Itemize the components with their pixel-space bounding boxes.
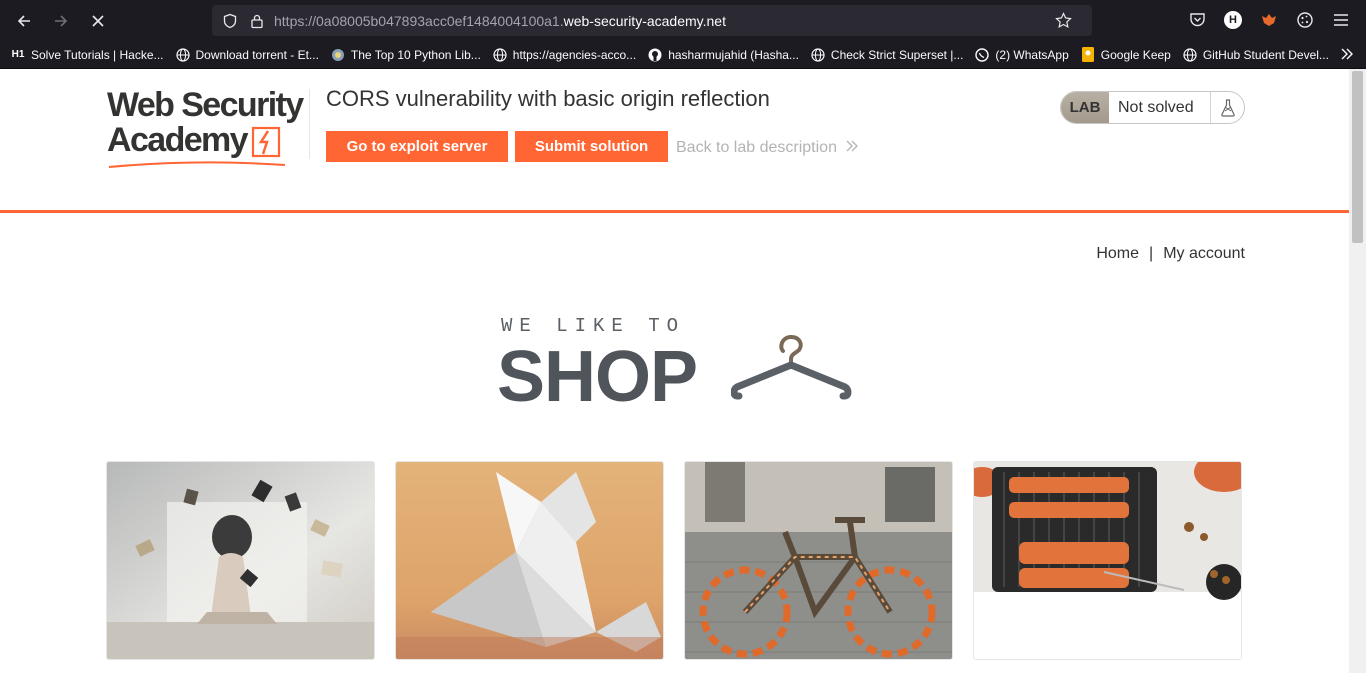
bookmark-item[interactable]: GitHub Student Devel... — [1182, 47, 1329, 63]
bookmark-item[interactable]: hasharmujahid (Hasha... — [647, 47, 799, 63]
back-link-label: Back to lab description — [676, 139, 837, 157]
back-to-lab-description-link[interactable]: Back to lab description — [676, 139, 859, 157]
logo-divider — [309, 89, 310, 159]
bookmark-label: GitHub Student Devel... — [1202, 47, 1329, 62]
pocket-icon[interactable] — [1186, 9, 1208, 31]
product-card[interactable] — [684, 461, 953, 660]
hackerone-icon: H1 — [11, 49, 25, 60]
top-navigation: Home | My account — [1096, 245, 1245, 263]
browser-toolbar: https://0a08005b047893acc0ef1484004100a1… — [0, 0, 1366, 41]
bookmark-item[interactable]: Download torrent - Et... — [175, 47, 319, 63]
my-account-link[interactable]: My account — [1163, 245, 1245, 263]
go-to-exploit-server-button[interactable]: Go to exploit server — [326, 131, 508, 162]
lab-title: CORS vulnerability with basic origin ref… — [326, 86, 770, 111]
globe-icon — [175, 47, 191, 63]
bookmark-item[interactable]: (2) WhatsApp — [974, 47, 1069, 63]
globe-icon — [1182, 47, 1198, 63]
whatsapp-icon — [974, 47, 990, 63]
logo-swoosh — [107, 156, 287, 174]
bookmark-label: Check Strict Superset |... — [830, 47, 964, 62]
bookmark-item[interactable]: The Top 10 Python Lib... — [330, 47, 481, 63]
page-scrollbar[interactable] — [1349, 69, 1366, 673]
globe-icon — [492, 47, 508, 63]
globe-icon — [810, 47, 826, 63]
forward-arrow-icon[interactable] — [48, 8, 74, 34]
clothes-hanger-icon — [730, 317, 853, 414]
keep-icon — [1080, 47, 1096, 63]
product-grid — [106, 461, 1242, 660]
bookmark-label: (2) WhatsApp — [995, 47, 1069, 62]
grill-skewers-photo — [974, 462, 1241, 659]
lab-header: Web Security Academy CORS vulnerability … — [0, 69, 1349, 213]
bookmark-star-icon[interactable] — [1055, 12, 1072, 29]
logo-bolt-icon — [251, 126, 281, 158]
fox-extension-icon[interactable] — [1258, 9, 1280, 31]
woman-flying-books-photo — [107, 462, 374, 659]
flask-icon — [1210, 92, 1244, 123]
url-bar[interactable]: https://0a08005b047893acc0ef1484004100a1… — [212, 5, 1092, 36]
python-icon — [330, 47, 346, 63]
product-card[interactable] — [395, 461, 664, 660]
double-chevron-right-icon — [846, 139, 859, 157]
bookmark-label: Google Keep — [1100, 47, 1171, 62]
github-icon — [647, 47, 663, 63]
stop-loading-icon[interactable] — [85, 8, 111, 34]
lab-status-text: Not solved — [1118, 98, 1194, 116]
home-link[interactable]: Home — [1096, 245, 1139, 263]
chevron-more-icon[interactable] — [1340, 47, 1354, 63]
cookie-icon[interactable] — [1294, 9, 1316, 31]
tracking-shield-icon[interactable] — [222, 13, 238, 29]
hamburger-menu-icon[interactable] — [1330, 9, 1352, 31]
hero-headline: SHOP — [497, 337, 698, 417]
url-text[interactable]: https://0a08005b047893acc0ef1484004100a1… — [274, 13, 726, 29]
bookmark-label: hasharmujahid (Hasha... — [668, 47, 799, 62]
hero-tagline: WE LIKE TO — [501, 315, 686, 337]
nav-separator: | — [1149, 245, 1154, 262]
submit-solution-button[interactable]: Submit solution — [515, 131, 668, 162]
lab-status-widget: LAB Not solved — [1060, 91, 1245, 124]
product-card[interactable] — [973, 461, 1242, 660]
logo-line2: Academy — [107, 121, 249, 159]
logo-line1: Web Security — [107, 86, 304, 124]
web-page: Web Security Academy CORS vulnerability … — [0, 69, 1349, 673]
bookmarks-bar: H1 Solve Tutorials | Hacke... Download t… — [0, 41, 1366, 69]
scrollbar-thumb[interactable] — [1352, 71, 1363, 243]
bookmark-label: https://agencies-acco... — [512, 47, 637, 62]
lock-icon[interactable] — [250, 13, 264, 29]
bookmark-item[interactable]: https://agencies-acco... — [492, 47, 636, 63]
bookmark-item[interactable]: H1 Solve Tutorials | Hacke... — [10, 47, 164, 63]
product-card[interactable] — [106, 461, 375, 660]
back-arrow-icon[interactable] — [11, 8, 37, 34]
paper-origami-photo — [396, 462, 663, 659]
knitted-bicycle-photo — [685, 462, 952, 659]
bookmark-label: Download torrent - Et... — [195, 47, 319, 62]
bookmark-item[interactable]: Check Strict Superset |... — [810, 47, 964, 63]
web-security-academy-logo[interactable]: Web Security Academy — [107, 86, 304, 168]
bookmark-label: Solve Tutorials | Hacke... — [31, 47, 164, 62]
lab-badge: LAB — [1061, 92, 1109, 123]
shop-hero-banner: WE LIKE TO SHOP — [497, 313, 859, 417]
bookmark-item[interactable]: Google Keep — [1080, 47, 1171, 63]
account-avatar-icon[interactable]: H — [1222, 9, 1244, 31]
bookmark-label: The Top 10 Python Lib... — [350, 47, 481, 62]
